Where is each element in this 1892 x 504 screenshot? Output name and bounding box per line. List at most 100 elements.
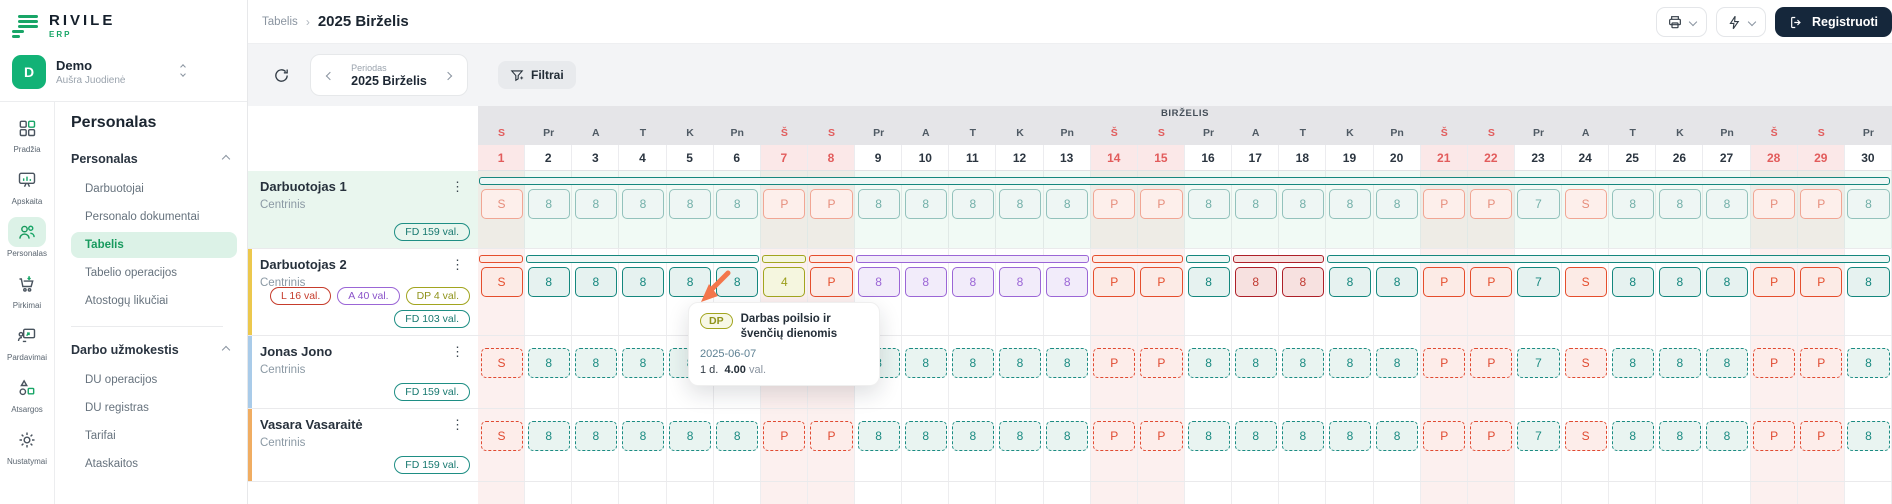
day-cell[interactable]: P: [763, 421, 805, 451]
day-cell[interactable]: P: [1470, 267, 1512, 297]
day-cell[interactable]: 8: [1282, 189, 1324, 219]
day-cell[interactable]: 8: [528, 267, 570, 297]
sidebar-item-du-operacijos[interactable]: DU operacijos: [71, 367, 237, 393]
day-cell[interactable]: 8: [1612, 421, 1654, 451]
prev-period-button[interactable]: [323, 62, 337, 88]
section-darbo-uzmokestis[interactable]: Darbo užmokestis: [71, 339, 237, 361]
day-cell[interactable]: 8: [1329, 421, 1371, 451]
sidebar-item-du-registras[interactable]: DU registras: [71, 395, 237, 421]
day-cell[interactable]: 8: [1329, 267, 1371, 297]
day-cell[interactable]: 8: [858, 267, 900, 297]
day-cell[interactable]: 8: [528, 421, 570, 451]
day-cell[interactable]: P: [1093, 267, 1135, 297]
sidebar-item-personalo-dokumentai[interactable]: Personalo dokumentai: [71, 204, 237, 230]
sidebar-item-atostogu-likuciai[interactable]: Atostogų likučiai: [71, 288, 237, 314]
day-cell[interactable]: 7: [1517, 421, 1559, 451]
rail-item-pardavimai[interactable]: Pardavimai: [1, 316, 53, 368]
day-cell[interactable]: P: [810, 421, 852, 451]
day-cell[interactable]: 8: [1235, 267, 1277, 297]
rail-item-pradzia[interactable]: Pradžia: [1, 108, 53, 160]
day-cell[interactable]: 8: [669, 189, 711, 219]
day-cell[interactable]: P: [1753, 421, 1795, 451]
day-cell[interactable]: 8: [1188, 189, 1230, 219]
day-cell[interactable]: 8: [1706, 189, 1748, 219]
day-cell[interactable]: 8: [1376, 189, 1418, 219]
sidebar-item-tarifai[interactable]: Tarifai: [71, 423, 237, 449]
day-cell[interactable]: 8: [1282, 421, 1324, 451]
day-cell[interactable]: 8: [1659, 421, 1701, 451]
day-cell[interactable]: S: [481, 421, 523, 451]
next-period-button[interactable]: [441, 62, 455, 88]
day-cell[interactable]: 8: [575, 189, 617, 219]
day-cell[interactable]: 8: [1235, 421, 1277, 451]
day-cell[interactable]: 8: [1847, 189, 1889, 219]
day-cell[interactable]: 8: [905, 267, 947, 297]
day-cell[interactable]: 8: [622, 189, 664, 219]
day-cell[interactable]: 7: [1517, 189, 1559, 219]
day-cell[interactable]: 8: [575, 348, 617, 378]
day-cell[interactable]: 7: [1517, 267, 1559, 297]
day-cell[interactable]: 8: [1659, 189, 1701, 219]
day-cell[interactable]: P: [1753, 189, 1795, 219]
day-cell[interactable]: 8: [952, 348, 994, 378]
sidebar-item-tabelio-operacijos[interactable]: Tabelio operacijos: [71, 260, 237, 286]
day-cell[interactable]: 8: [1188, 421, 1230, 451]
day-cell[interactable]: 8: [1188, 267, 1230, 297]
day-cell[interactable]: 8: [1706, 348, 1748, 378]
day-cell[interactable]: P: [1470, 189, 1512, 219]
day-cell[interactable]: P: [1753, 348, 1795, 378]
day-cell[interactable]: 8: [1282, 267, 1324, 297]
period-value[interactable]: 2025 Birželis: [351, 74, 427, 88]
day-cell[interactable]: P: [1140, 189, 1182, 219]
day-cell[interactable]: S: [1565, 348, 1607, 378]
day-cell[interactable]: 8: [716, 189, 758, 219]
day-cell[interactable]: P: [1800, 348, 1842, 378]
day-cell[interactable]: P: [1140, 267, 1182, 297]
day-cell[interactable]: 8: [1329, 348, 1371, 378]
day-cell[interactable]: 8: [999, 348, 1041, 378]
day-cell[interactable]: P: [1423, 189, 1465, 219]
section-personalas[interactable]: Personalas: [71, 148, 237, 170]
day-cell[interactable]: 8: [952, 421, 994, 451]
day-cell[interactable]: P: [1093, 189, 1135, 219]
sidebar-item-ataskaitos[interactable]: Ataskaitos: [71, 451, 237, 477]
day-cell[interactable]: 8: [1282, 348, 1324, 378]
day-cell[interactable]: P: [1423, 421, 1465, 451]
day-cell[interactable]: P: [1093, 421, 1135, 451]
user-expand-icon[interactable]: [181, 65, 185, 76]
day-cell[interactable]: 8: [952, 267, 994, 297]
actions-button[interactable]: [1716, 7, 1766, 37]
day-cell[interactable]: 8: [1847, 267, 1889, 297]
sidebar-item-darbuotojai[interactable]: Darbuotojai: [71, 176, 237, 202]
refresh-button[interactable]: [268, 62, 294, 88]
breadcrumb-parent[interactable]: Tabelis: [262, 16, 298, 28]
employee-card[interactable]: Darbuotojas 2⋮CentrinisL 16 val.A 40 val…: [248, 249, 478, 335]
kebab-menu-icon[interactable]: ⋮: [447, 257, 468, 272]
day-cell[interactable]: S: [481, 348, 523, 378]
day-cell[interactable]: 8: [1847, 348, 1889, 378]
day-cell[interactable]: 8: [952, 189, 994, 219]
day-cell[interactable]: 8: [1612, 189, 1654, 219]
day-cell[interactable]: 8: [528, 189, 570, 219]
kebab-menu-icon[interactable]: ⋮: [447, 344, 468, 359]
day-cell[interactable]: 8: [905, 189, 947, 219]
day-cell[interactable]: 8: [1235, 189, 1277, 219]
day-cell[interactable]: 8: [622, 348, 664, 378]
day-cell[interactable]: 8: [905, 421, 947, 451]
day-cell[interactable]: P: [810, 267, 852, 297]
day-cell[interactable]: 8: [905, 348, 947, 378]
day-cell[interactable]: 8: [1659, 267, 1701, 297]
day-cell[interactable]: 8: [1847, 421, 1889, 451]
day-cell[interactable]: 8: [716, 421, 758, 451]
sidebar-item-tabelis[interactable]: Tabelis: [71, 232, 237, 258]
day-cell[interactable]: 8: [528, 348, 570, 378]
day-cell[interactable]: 8: [999, 421, 1041, 451]
day-cell[interactable]: S: [1565, 421, 1607, 451]
employee-card[interactable]: Vasara Vasaraitė⋮CentrinisFD 159 val.: [248, 409, 478, 481]
day-cell[interactable]: 8: [1376, 348, 1418, 378]
day-cell[interactable]: 7: [1517, 348, 1559, 378]
day-cell[interactable]: S: [481, 267, 523, 297]
day-cell[interactable]: P: [1800, 421, 1842, 451]
employee-card[interactable]: Darbuotojas 1⋮CentrinisFD 159 val.: [248, 171, 478, 248]
rail-item-pirkimai[interactable]: Pirkimai: [1, 264, 53, 316]
